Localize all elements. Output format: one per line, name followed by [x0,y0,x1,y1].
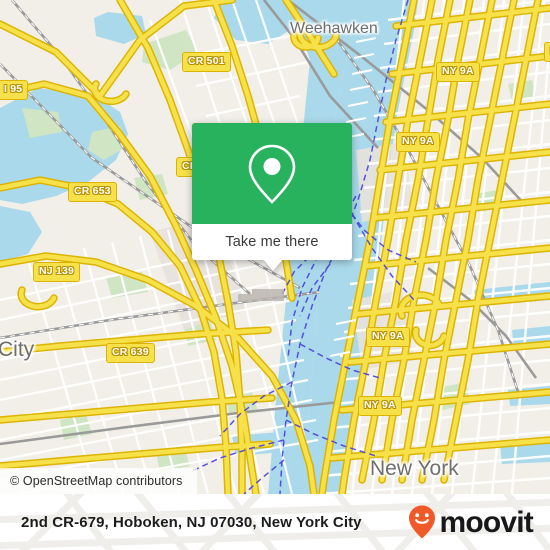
place-label-jersey-city: City [0,338,35,361]
moovit-smiley-pin-icon [409,505,436,539]
road-shield: NY 9A [436,62,480,82]
osm-attribution-text: © OpenStreetMap contributors [10,474,183,488]
location-address: 2nd CR-679, Hoboken, NJ 07030, New York … [21,513,362,531]
place-label-new-york: New York [370,457,459,480]
map-pin-icon [248,144,296,204]
road-shield: NY 9A [396,132,440,152]
popup-pointer-tail [263,259,283,271]
road-shield: CR 653 [68,182,117,202]
osm-attribution[interactable]: © OpenStreetMap contributors [0,468,197,494]
location-popup[interactable]: Take me there [192,123,352,271]
moovit-wordmark: moovit [439,506,533,539]
take-me-there-label: Take me there [225,234,319,250]
road-shield: CR 501 [182,52,231,72]
popup-image-panel [192,123,352,224]
moovit-logo: moovit [407,504,534,540]
road-shield: B [544,42,550,62]
take-me-there-button[interactable]: Take me there [192,224,352,260]
moovit-map-screenshot: CR 501 I 95 CR 653 NJ 139 CR 639 NY 9A N… [0,0,550,550]
map-canvas[interactable]: CR 501 I 95 CR 653 NJ 139 CR 639 NY 9A N… [0,0,550,494]
road-shield: I 95 [0,80,29,100]
road-shield: NY 9A [358,396,402,416]
road-shield: CR 639 [106,343,155,363]
road-shield: NY 9A [366,327,410,347]
footer-bar: 2nd CR-679, Hoboken, NJ 07030, New York … [0,494,550,550]
road-shield: NJ 139 [33,262,81,282]
place-label-weehawken: Weehawken [290,20,378,37]
footer-content: 2nd CR-679, Hoboken, NJ 07030, New York … [0,494,550,550]
